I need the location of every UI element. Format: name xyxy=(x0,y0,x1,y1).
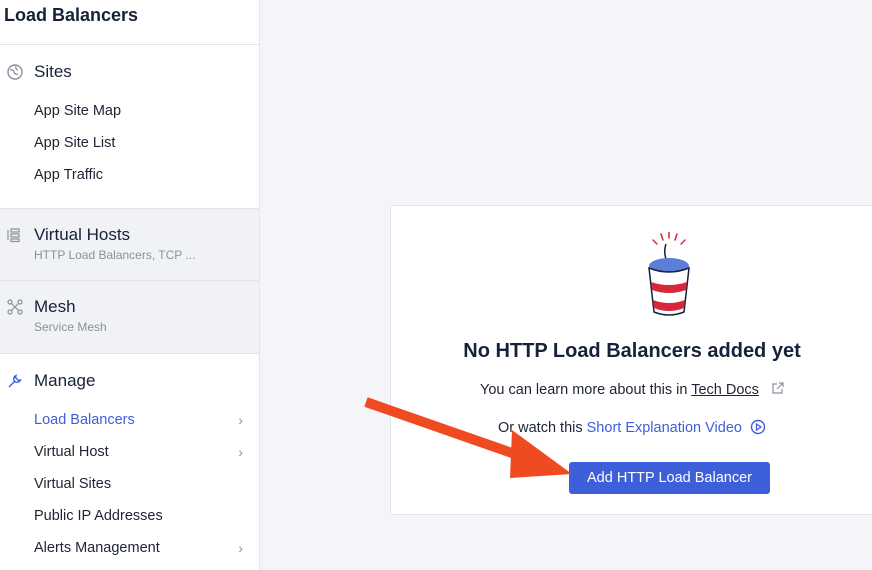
sidebar-section-virtual-hosts[interactable]: Virtual Hosts HTTP Load Balancers, TCP .… xyxy=(0,208,259,281)
wrench-icon xyxy=(6,372,24,390)
mesh-network-icon xyxy=(6,298,24,316)
tech-docs-link[interactable]: Tech Docs xyxy=(691,382,759,398)
server-stack-icon xyxy=(6,226,24,244)
globe-icon xyxy=(6,63,24,81)
sidebar-item-load-balancers[interactable]: Load Balancers › xyxy=(0,404,259,436)
sidebar-section-manage[interactable]: Manage xyxy=(0,358,259,404)
sidebar: Load Balancers Sites App Site Map App Si… xyxy=(0,0,260,570)
sidebar-item-virtual-host[interactable]: Virtual Host › xyxy=(0,436,259,468)
sidebar-item-app-traffic[interactable]: App Traffic xyxy=(0,159,259,191)
play-circle-icon[interactable] xyxy=(750,419,766,439)
sidebar-section-label: Sites xyxy=(34,62,72,81)
sidebar-title: Load Balancers xyxy=(0,0,259,45)
sidebar-item-app-site-list[interactable]: App Site List xyxy=(0,127,259,159)
sidebar-item-alerts-management[interactable]: Alerts Management › xyxy=(0,532,259,564)
chevron-right-icon: › xyxy=(238,540,243,556)
sidebar-section-label: Manage xyxy=(34,371,96,390)
sidebar-section-desc: HTTP Load Balancers, TCP ... xyxy=(34,248,196,262)
empty-state-title: No HTTP Load Balancers added yet xyxy=(463,340,801,362)
sidebar-section-desc: Service Mesh xyxy=(34,320,107,334)
add-http-load-balancer-button[interactable]: Add HTTP Load Balancer xyxy=(569,462,770,494)
sidebar-section-mesh[interactable]: Mesh Service Mesh xyxy=(0,281,259,354)
flower-pot-illustration xyxy=(648,232,690,316)
sidebar-item-app-site-map[interactable]: App Site Map xyxy=(0,95,259,127)
sidebar-item-public-ip-addresses[interactable]: Public IP Addresses xyxy=(0,500,259,532)
sidebar-item-virtual-sites[interactable]: Virtual Sites xyxy=(0,468,259,500)
sidebar-section-label: Virtual Hosts xyxy=(34,225,131,244)
external-link-icon xyxy=(771,382,784,399)
chevron-right-icon: › xyxy=(238,412,243,428)
arrow-pointer-annotation xyxy=(364,397,572,478)
explanation-video-link[interactable]: Short Explanation Video xyxy=(587,420,742,436)
chevron-right-icon: › xyxy=(238,444,243,460)
sidebar-section-label: Mesh xyxy=(34,297,76,316)
sidebar-section-sites[interactable]: Sites xyxy=(0,49,259,95)
